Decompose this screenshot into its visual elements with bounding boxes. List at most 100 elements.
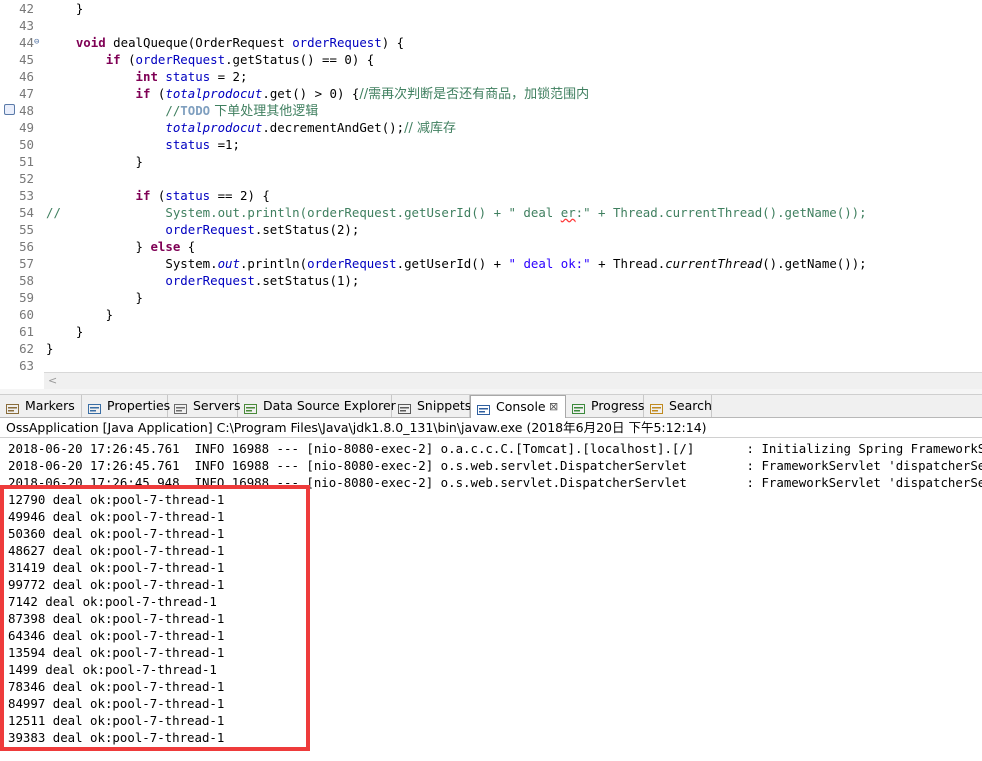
- code-token: 下单处理其他逻辑: [210, 104, 319, 119]
- code-token: //: [165, 103, 181, 118]
- code-text[interactable]: status =1;: [46, 136, 240, 153]
- code-token: {: [180, 239, 196, 254]
- line-number: 45: [19, 52, 34, 67]
- code-line[interactable]: 61 }: [0, 323, 982, 340]
- code-text[interactable]: //TODO 下单处理其他逻辑: [46, 102, 318, 120]
- code-text[interactable]: }: [46, 306, 113, 323]
- tab-markers[interactable]: Markers: [0, 395, 82, 417]
- tab-label: Console: [496, 399, 546, 414]
- code-text[interactable]: }: [46, 0, 83, 17]
- tab-properties[interactable]: Properties: [82, 395, 170, 417]
- code-line[interactable]: 42 }: [0, 0, 982, 17]
- line-number: 58: [19, 273, 34, 288]
- code-token: if: [135, 86, 151, 101]
- code-line[interactable]: 62}: [0, 340, 982, 357]
- code-text[interactable]: orderRequest.setStatus(2);: [46, 221, 359, 238]
- code-token: }: [46, 341, 54, 356]
- code-token: //: [46, 205, 166, 220]
- code-token: (: [120, 52, 136, 67]
- code-line[interactable]: 50 status =1;: [0, 136, 982, 153]
- code-token: ) {: [381, 35, 405, 50]
- code-text[interactable]: orderRequest.setStatus(1);: [46, 272, 359, 289]
- tab-servers[interactable]: Servers: [168, 395, 241, 417]
- code-editor[interactable]: 42 } 43 44 ⊖ void dealQueque(OrderRequest o…: [0, 0, 982, 372]
- code-line[interactable]: 44 ⊖ void dealQueque(OrderRequest orderRe…: [0, 34, 982, 51]
- line-number: 60: [19, 307, 34, 322]
- code-text[interactable]: if (status == 2) {: [46, 187, 270, 204]
- code-line[interactable]: 57 System.out.println(orderRequest.getUs…: [0, 255, 982, 272]
- tab-console[interactable]: Console ⊠: [470, 395, 566, 418]
- console-line: 39383 deal ok:pool-7-thread-1: [8, 730, 225, 745]
- servers-icon: [174, 400, 187, 414]
- code-text[interactable]: }: [46, 289, 143, 306]
- code-token: if: [105, 52, 121, 67]
- code-text[interactable]: System.out.println(orderRequest.getUserI…: [46, 255, 866, 272]
- search-icon: [650, 400, 663, 414]
- tab-data-source-explorer[interactable]: Data Source Explorer: [238, 395, 396, 417]
- code-text[interactable]: }: [46, 153, 143, 170]
- tab-progress[interactable]: Progress: [566, 395, 644, 417]
- code-text[interactable]: }: [46, 323, 83, 340]
- code-text[interactable]: if (orderRequest.getStatus() == 0) {: [46, 51, 375, 68]
- code-line[interactable]: 48 //TODO 下单处理其他逻辑: [0, 102, 982, 119]
- code-line[interactable]: 49 totalprodocut.decrementAndGet();// 减库…: [0, 119, 982, 136]
- code-line[interactable]: 55 orderRequest.setStatus(2);: [0, 221, 982, 238]
- tab-label: Snippets: [417, 398, 472, 413]
- code-line[interactable]: 54 // System.out.println(orderRequest.get…: [0, 204, 982, 221]
- code-text[interactable]: // System.out.println(orderRequest.getUs…: [46, 204, 867, 221]
- line-number: 46: [19, 69, 34, 84]
- code-text[interactable]: totalprodocut.decrementAndGet();// 减库存: [46, 119, 456, 137]
- console-line: 87398 deal ok:pool-7-thread-1: [8, 611, 225, 626]
- tab-search[interactable]: Search: [644, 395, 712, 417]
- code-text[interactable]: } else {: [46, 238, 196, 255]
- code-text[interactable]: }: [46, 340, 53, 357]
- code-token: .get() > 0) {: [262, 86, 360, 101]
- code-line[interactable]: 43: [0, 17, 982, 34]
- code-line[interactable]: 46 int status = 2;: [0, 68, 982, 85]
- code-token: .setStatus(1);: [254, 273, 360, 288]
- fold-toggle-icon[interactable]: ⊖: [34, 34, 39, 51]
- code-token: orderRequest: [165, 222, 255, 237]
- code-line[interactable]: 56 } else {: [0, 238, 982, 255]
- code-line[interactable]: 51 }: [0, 153, 982, 170]
- code-line[interactable]: 59 }: [0, 289, 982, 306]
- scroll-left-icon[interactable]: <: [48, 373, 57, 389]
- code-token: == 2) {: [210, 188, 270, 203]
- data-source-icon: [244, 400, 257, 414]
- task-marker-icon[interactable]: [4, 104, 15, 115]
- console-line: 48627 deal ok:pool-7-thread-1: [8, 543, 225, 558]
- code-token: //需再次判断是否还有商品，加锁范围内: [359, 87, 590, 102]
- code-token: int: [135, 69, 158, 84]
- line-number: 49: [19, 120, 34, 135]
- code-line[interactable]: 58 orderRequest.setStatus(1);: [0, 272, 982, 289]
- line-number: 44: [19, 35, 34, 50]
- code-token: =1;: [210, 137, 240, 152]
- line-number: 62: [19, 341, 34, 356]
- console-line: 7142 deal ok:pool-7-thread-1: [8, 594, 217, 609]
- code-text[interactable]: int status = 2;: [46, 68, 248, 85]
- console-output[interactable]: 2018-06-20 17:26:45.761 INFO 16988 --- […: [0, 438, 982, 761]
- code-token: if: [135, 188, 151, 203]
- line-number: 47: [19, 86, 34, 101]
- code-token: status: [165, 137, 211, 152]
- code-text[interactable]: void dealQueque(OrderRequest orderReques…: [46, 34, 404, 51]
- line-number: 57: [19, 256, 34, 271]
- code-line[interactable]: 63: [0, 357, 982, 372]
- view-tab-bar: Markers Properties Servers Data Source Expl…: [0, 395, 982, 418]
- code-line[interactable]: 60 }: [0, 306, 982, 323]
- close-tab-icon[interactable]: ⊠: [549, 396, 558, 418]
- console-line: 84997 deal ok:pool-7-thread-1: [8, 696, 225, 711]
- editor-horizontal-scrollbar[interactable]: <: [44, 372, 982, 389]
- console-icon: [477, 401, 490, 415]
- console-line: 1499 deal ok:pool-7-thread-1: [8, 662, 217, 677]
- code-line[interactable]: 52: [0, 170, 982, 187]
- code-line[interactable]: 53 if (status == 2) {: [0, 187, 982, 204]
- code-line[interactable]: 45 if (orderRequest.getStatus() == 0) {: [0, 51, 982, 68]
- code-line[interactable]: 47 if (totalprodocut.get() > 0) {//需再次判断…: [0, 85, 982, 102]
- console-line: 31419 deal ok:pool-7-thread-1: [8, 560, 225, 575]
- tab-snippets[interactable]: Snippets: [392, 395, 472, 417]
- code-token: status: [165, 188, 211, 203]
- code-text[interactable]: if (totalprodocut.get() > 0) {//需再次判断是否还…: [46, 85, 590, 103]
